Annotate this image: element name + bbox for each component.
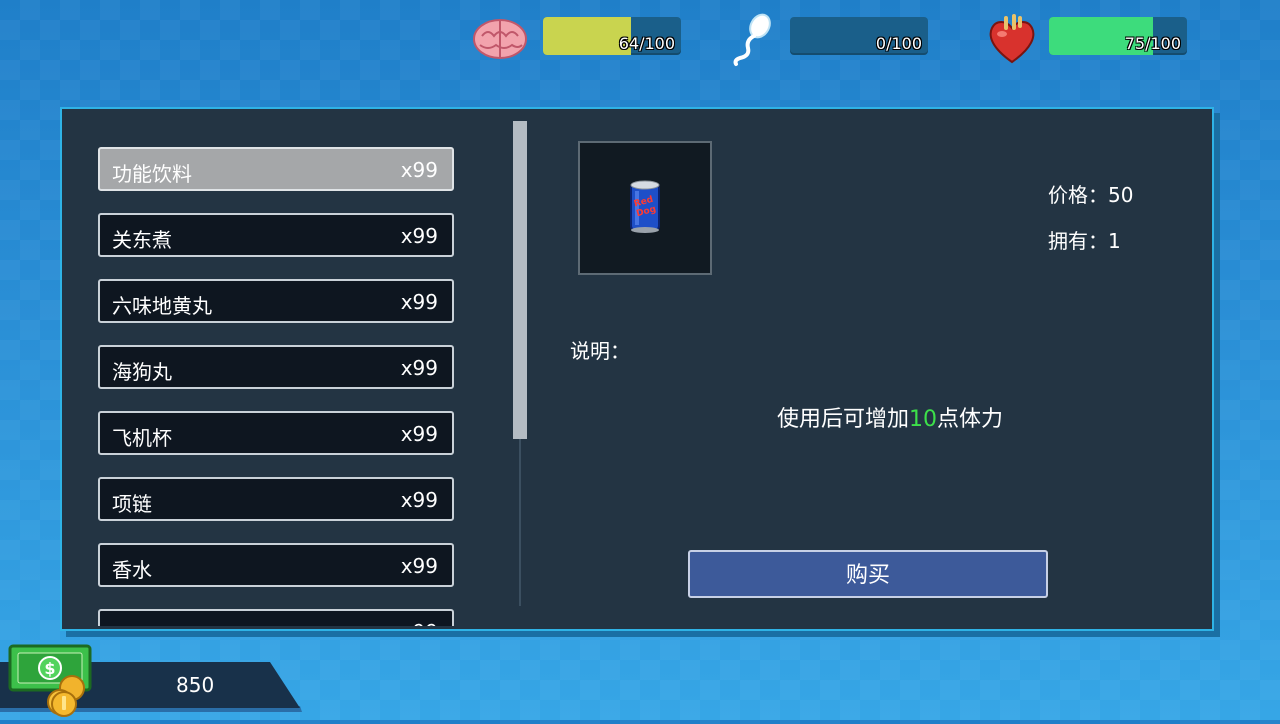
description-label: 说明：: [570, 339, 630, 363]
description-before: 使用后可增加: [776, 407, 909, 432]
item-name: 海狗丸: [112, 360, 172, 384]
list-item[interactable]: 手机 x99: [98, 609, 454, 626]
list-item[interactable]: 六味地黄丸 x99: [98, 279, 454, 323]
brain-bar: 64/100: [543, 17, 681, 55]
item-name: 功能饮料: [112, 162, 192, 186]
item-quantity: x99: [400, 554, 438, 578]
money-amount: 850: [176, 673, 215, 697]
scrollbar-thumb[interactable]: [513, 121, 527, 439]
item-list[interactable]: 功能饮料 x99 关东煮 x99 六味地黄丸 x99 海狗丸 x99 飞机杯 x…: [62, 109, 482, 626]
brain-bar-label: 64/100: [618, 34, 675, 53]
item-name: 项链: [112, 492, 152, 516]
list-item[interactable]: 关东煮 x99: [98, 213, 454, 257]
price-label: 价格：50: [1048, 183, 1134, 207]
brain-icon: [470, 8, 530, 68]
item-quantity: x99: [400, 158, 438, 182]
description-highlight: 10: [909, 407, 937, 432]
list-item[interactable]: 飞机杯 x99: [98, 411, 454, 455]
item-name: 关东煮: [112, 228, 172, 252]
list-item[interactable]: 海狗丸 x99: [98, 345, 454, 389]
item-quantity: x99: [400, 488, 438, 512]
svg-text:$: $: [44, 659, 55, 678]
sperm-bar-label: 0/100: [875, 34, 922, 53]
energy-drink-can-icon: Red Dog: [625, 179, 665, 239]
sperm-icon: [720, 8, 780, 68]
list-item[interactable]: 香水 x99: [98, 543, 454, 587]
item-quantity: x99: [400, 356, 438, 380]
item-name: 香水: [112, 558, 152, 582]
item-name: 手机: [112, 620, 152, 626]
owned-label: 拥有：1: [1048, 229, 1121, 253]
heart-bar-label: 75/100: [1124, 34, 1181, 53]
item-quantity: x99: [400, 290, 438, 314]
item-quantity: x99: [401, 620, 438, 626]
list-item[interactable]: 项链 x99: [98, 477, 454, 521]
description-after: 点体力: [937, 407, 1004, 432]
description-text: 使用后可增加10点体力: [630, 401, 1150, 433]
sperm-bar: 0/100: [790, 17, 928, 55]
item-quantity: x99: [400, 224, 438, 248]
item-name: 六味地黄丸: [112, 294, 212, 318]
list-item[interactable]: 功能饮料 x99: [98, 147, 454, 191]
shop-panel: 功能饮料 x99 关东煮 x99 六味地黄丸 x99 海狗丸 x99 飞机杯 x…: [60, 107, 1214, 631]
item-name: 飞机杯: [112, 426, 172, 450]
heart-icon: [982, 8, 1042, 68]
cash-coins-icon: $: [8, 644, 94, 720]
buy-button[interactable]: 购买: [688, 550, 1048, 598]
item-quantity: x99: [400, 422, 438, 446]
heart-bar: 75/100: [1049, 17, 1187, 55]
item-preview: Red Dog: [578, 141, 712, 275]
